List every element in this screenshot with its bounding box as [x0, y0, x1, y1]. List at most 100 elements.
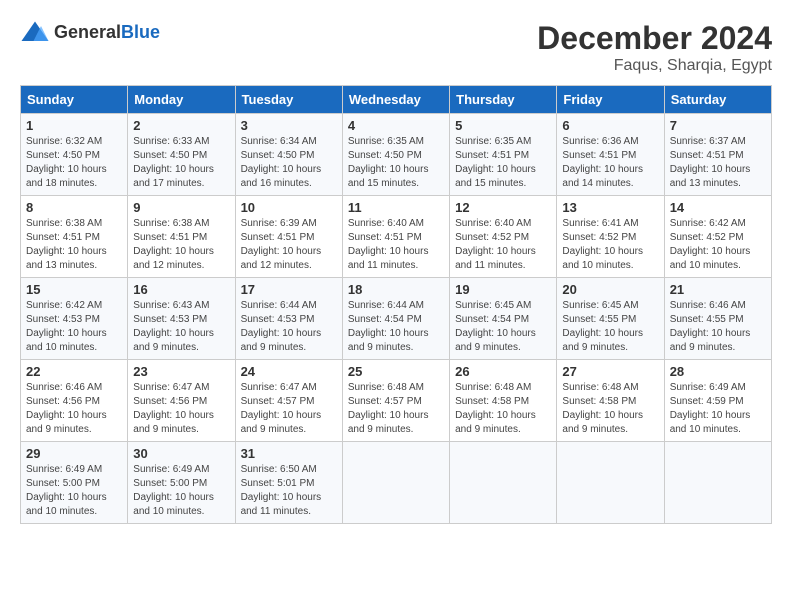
day-info: Sunrise: 6:48 AM Sunset: 4:58 PM Dayligh…	[455, 381, 551, 437]
day-number: 4	[348, 118, 444, 133]
table-row: 3 Sunrise: 6:34 AM Sunset: 4:50 PM Daylig…	[235, 114, 342, 196]
location-title: Faqus, Sharqia, Egypt	[537, 57, 772, 75]
day-number: 15	[26, 282, 122, 297]
day-number: 5	[455, 118, 551, 133]
logo-text-blue: Blue	[121, 22, 160, 42]
day-number: 1	[26, 118, 122, 133]
title-area: December 2024 Faqus, Sharqia, Egypt	[537, 20, 772, 75]
header: GeneralBlue December 2024 Faqus, Sharqia…	[20, 20, 772, 75]
table-row: 9Sunrise: 6:38 AM Sunset: 4:51 PM Daylig…	[128, 196, 235, 278]
table-row: 13 Sunrise: 6:41 AM Sunset: 4:52 PM Dayli…	[557, 196, 664, 278]
day-info: Sunrise: 6:36 AM Sunset: 4:51 PM Dayligh…	[562, 135, 658, 191]
day-number: 19	[455, 282, 551, 297]
day-info: Sunrise: 6:35 AM Sunset: 4:50 PM Dayligh…	[348, 135, 444, 191]
table-row: 28Sunrise: 6:49 AM Sunset: 4:59 PM Dayli…	[664, 360, 771, 442]
day-number: 2	[133, 118, 229, 133]
table-row: 14Sunrise: 6:42 AM Sunset: 4:52 PM Dayli…	[664, 196, 771, 278]
day-info: Sunrise: 6:46 AM Sunset: 4:56 PM Dayligh…	[26, 381, 122, 437]
day-info: Sunrise: 6:45 AM Sunset: 4:54 PM Dayligh…	[455, 299, 551, 355]
col-sunday: Sunday	[21, 86, 128, 114]
logo-icon	[20, 20, 50, 44]
col-tuesday: Tuesday	[235, 86, 342, 114]
table-row: 10 Sunrise: 6:39 AM Sunset: 4:51 PM Dayli…	[235, 196, 342, 278]
day-info: Sunrise: 6:48 AM Sunset: 4:57 PM Dayligh…	[348, 381, 444, 437]
day-number: 3	[241, 118, 337, 133]
day-number: 30	[133, 446, 229, 461]
day-number: 23	[133, 364, 229, 379]
day-info: Sunrise: 6:41 AM Sunset: 4:52 PM Dayligh…	[562, 217, 658, 273]
table-row: 7 Sunrise: 6:37 AM Sunset: 4:51 PM Daylig…	[664, 114, 771, 196]
table-row: 17 Sunrise: 6:44 AM Sunset: 4:53 PM Dayli…	[235, 278, 342, 360]
col-thursday: Thursday	[450, 86, 557, 114]
day-number: 22	[26, 364, 122, 379]
calendar: Sunday Monday Tuesday Wednesday Thursday…	[20, 85, 772, 524]
table-row: 27Sunrise: 6:48 AM Sunset: 4:58 PM Dayli…	[557, 360, 664, 442]
day-number: 6	[562, 118, 658, 133]
table-row: 1 Sunrise: 6:32 AM Sunset: 4:50 PM Daylig…	[21, 114, 128, 196]
table-row: 8Sunrise: 6:38 AM Sunset: 4:51 PM Daylig…	[21, 196, 128, 278]
table-row: 6 Sunrise: 6:36 AM Sunset: 4:51 PM Daylig…	[557, 114, 664, 196]
table-row: 15Sunrise: 6:42 AM Sunset: 4:53 PM Dayli…	[21, 278, 128, 360]
day-number: 8	[26, 200, 122, 215]
table-row: 5 Sunrise: 6:35 AM Sunset: 4:51 PM Daylig…	[450, 114, 557, 196]
day-info: Sunrise: 6:47 AM Sunset: 4:57 PM Dayligh…	[241, 381, 337, 437]
day-info: Sunrise: 6:44 AM Sunset: 4:53 PM Dayligh…	[241, 299, 337, 355]
calendar-week-row: 1 Sunrise: 6:32 AM Sunset: 4:50 PM Daylig…	[21, 114, 772, 196]
table-row: 4 Sunrise: 6:35 AM Sunset: 4:50 PM Daylig…	[342, 114, 449, 196]
table-row: 12 Sunrise: 6:40 AM Sunset: 4:52 PM Dayli…	[450, 196, 557, 278]
day-number: 11	[348, 200, 444, 215]
day-number: 26	[455, 364, 551, 379]
day-number: 14	[670, 200, 766, 215]
day-info: Sunrise: 6:32 AM Sunset: 4:50 PM Dayligh…	[26, 135, 122, 191]
table-row: 16Sunrise: 6:43 AM Sunset: 4:53 PM Dayli…	[128, 278, 235, 360]
day-number: 24	[241, 364, 337, 379]
calendar-week-row: 22 Sunrise: 6:46 AM Sunset: 4:56 PM Dayli…	[21, 360, 772, 442]
day-info: Sunrise: 6:49 AM Sunset: 5:00 PM Dayligh…	[133, 463, 229, 519]
day-number: 12	[455, 200, 551, 215]
day-number: 13	[562, 200, 658, 215]
day-info: Sunrise: 6:48 AM Sunset: 4:58 PM Dayligh…	[562, 381, 658, 437]
day-number: 18	[348, 282, 444, 297]
table-row	[557, 442, 664, 524]
table-row: 11 Sunrise: 6:40 AM Sunset: 4:51 PM Dayli…	[342, 196, 449, 278]
day-info: Sunrise: 6:35 AM Sunset: 4:51 PM Dayligh…	[455, 135, 551, 191]
table-row: 20 Sunrise: 6:45 AM Sunset: 4:55 PM Dayli…	[557, 278, 664, 360]
table-row: 19 Sunrise: 6:45 AM Sunset: 4:54 PM Dayli…	[450, 278, 557, 360]
day-info: Sunrise: 6:34 AM Sunset: 4:50 PM Dayligh…	[241, 135, 337, 191]
calendar-header-row: Sunday Monday Tuesday Wednesday Thursday…	[21, 86, 772, 114]
day-number: 10	[241, 200, 337, 215]
day-number: 7	[670, 118, 766, 133]
day-info: Sunrise: 6:49 AM Sunset: 5:00 PM Dayligh…	[26, 463, 122, 519]
table-row: 31Sunrise: 6:50 AM Sunset: 5:01 PM Dayli…	[235, 442, 342, 524]
month-title: December 2024	[537, 20, 772, 57]
day-number: 21	[670, 282, 766, 297]
table-row	[450, 442, 557, 524]
day-number: 16	[133, 282, 229, 297]
col-wednesday: Wednesday	[342, 86, 449, 114]
day-number: 29	[26, 446, 122, 461]
logo: GeneralBlue	[20, 20, 160, 44]
day-info: Sunrise: 6:44 AM Sunset: 4:54 PM Dayligh…	[348, 299, 444, 355]
col-friday: Friday	[557, 86, 664, 114]
logo-text-general: General	[54, 22, 121, 42]
day-info: Sunrise: 6:37 AM Sunset: 4:51 PM Dayligh…	[670, 135, 766, 191]
day-info: Sunrise: 6:33 AM Sunset: 4:50 PM Dayligh…	[133, 135, 229, 191]
day-number: 17	[241, 282, 337, 297]
table-row	[664, 442, 771, 524]
day-number: 28	[670, 364, 766, 379]
day-number: 20	[562, 282, 658, 297]
table-row: 26 Sunrise: 6:48 AM Sunset: 4:58 PM Dayli…	[450, 360, 557, 442]
day-info: Sunrise: 6:39 AM Sunset: 4:51 PM Dayligh…	[241, 217, 337, 273]
table-row: 23 Sunrise: 6:47 AM Sunset: 4:56 PM Dayli…	[128, 360, 235, 442]
table-row: 24 Sunrise: 6:47 AM Sunset: 4:57 PM Dayli…	[235, 360, 342, 442]
calendar-week-row: 8Sunrise: 6:38 AM Sunset: 4:51 PM Daylig…	[21, 196, 772, 278]
day-info: Sunrise: 6:47 AM Sunset: 4:56 PM Dayligh…	[133, 381, 229, 437]
day-info: Sunrise: 6:40 AM Sunset: 4:52 PM Dayligh…	[455, 217, 551, 273]
table-row: 25 Sunrise: 6:48 AM Sunset: 4:57 PM Dayli…	[342, 360, 449, 442]
table-row: 30 Sunrise: 6:49 AM Sunset: 5:00 PM Dayli…	[128, 442, 235, 524]
day-info: Sunrise: 6:40 AM Sunset: 4:51 PM Dayligh…	[348, 217, 444, 273]
day-info: Sunrise: 6:45 AM Sunset: 4:55 PM Dayligh…	[562, 299, 658, 355]
day-number: 25	[348, 364, 444, 379]
day-number: 9	[133, 200, 229, 215]
table-row: 29 Sunrise: 6:49 AM Sunset: 5:00 PM Dayli…	[21, 442, 128, 524]
